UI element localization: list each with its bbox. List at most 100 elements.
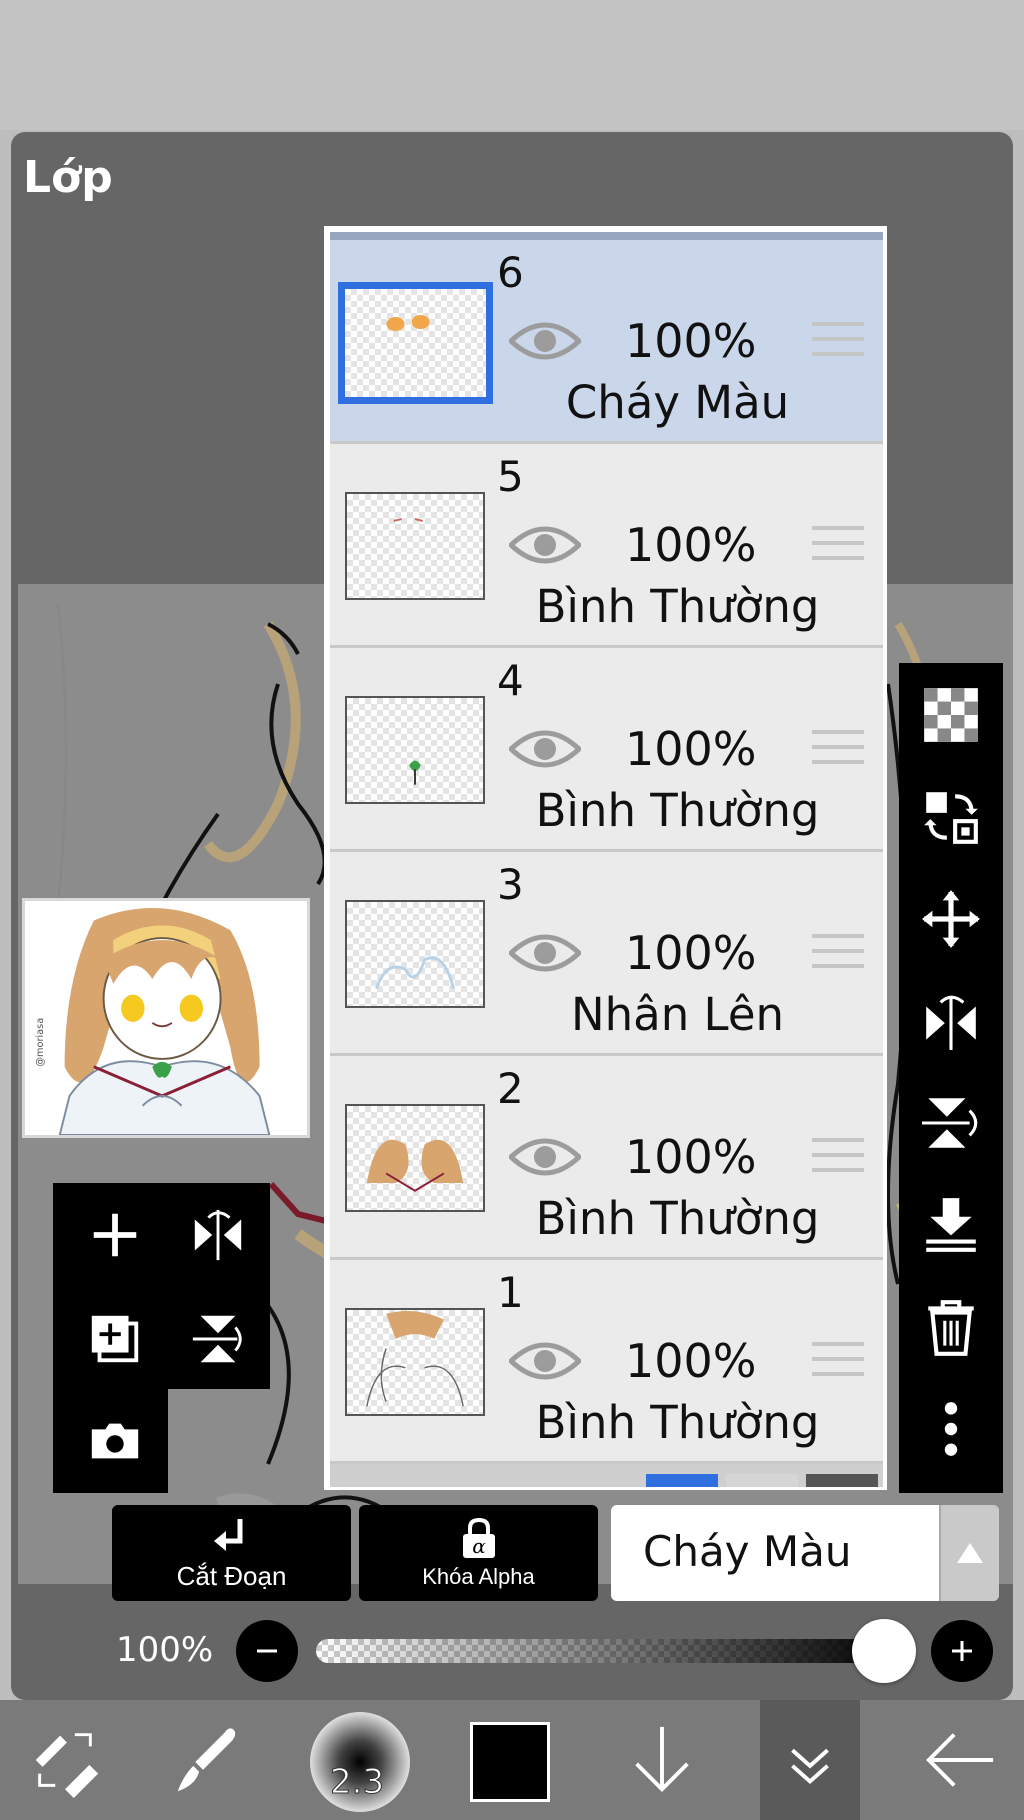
swap-button[interactable] — [899, 765, 1003, 869]
layer-down-button[interactable] — [612, 1700, 712, 1820]
opacity-control: 100% — [0, 1610, 1024, 1690]
minus-icon — [257, 1649, 277, 1653]
drag-handle-icon[interactable] — [812, 526, 864, 566]
layer-opacity: 100% — [625, 722, 757, 776]
layer-blend-mode: Nhân Lên — [570, 988, 785, 1041]
opacity-slider[interactable] — [316, 1639, 896, 1663]
duplicate-layer-button[interactable] — [63, 1287, 167, 1391]
layer-content-preview — [409, 760, 421, 785]
add-layer-button[interactable] — [63, 1183, 167, 1287]
eye-icon[interactable] — [509, 521, 581, 569]
layer-number: 1 — [497, 1268, 524, 1317]
flip-vertical-layer-button[interactable] — [899, 1071, 1003, 1175]
brush-icon — [177, 1728, 236, 1792]
layer-blend-mode: Bình Thường — [535, 784, 820, 837]
eye-icon[interactable] — [509, 1337, 581, 1385]
layer-list[interactable]: 6 100% Cháy Màu 5 100% Bình Thường 4 100… — [324, 226, 887, 1490]
trash-icon — [928, 1300, 974, 1356]
top-bar — [0, 0, 1024, 130]
layer-content-preview — [366, 1139, 464, 1192]
blend-mode-value: Cháy Màu — [643, 1527, 852, 1576]
bottom-toolbar: 2.3 — [0, 1700, 1024, 1820]
layer-blend-mode: Cháy Màu — [565, 376, 790, 429]
tool-switch-button[interactable] — [10, 1700, 120, 1820]
color-swatch-icon[interactable] — [470, 1722, 550, 1802]
layer-thumbnail[interactable] — [338, 282, 493, 404]
clipping-arrow-icon — [213, 1518, 242, 1551]
layer-row-5[interactable]: 5 100% Bình Thường — [330, 444, 883, 648]
character-illustration: @moriasa — [25, 901, 307, 1135]
brush-tool-button[interactable] — [150, 1700, 260, 1820]
layers-panel-button[interactable] — [760, 1700, 860, 1820]
flip-horizontal-layer-button[interactable] — [899, 969, 1003, 1073]
camera-button[interactable] — [63, 1389, 167, 1493]
flip-horizontal-button[interactable] — [166, 1183, 270, 1287]
layer-row-6[interactable]: 6 100% Cháy Màu — [330, 240, 883, 444]
flip-vertical-icon — [192, 1315, 242, 1363]
clipping-label: Cắt Đoạn — [176, 1560, 287, 1591]
eye-icon[interactable] — [509, 929, 581, 977]
move-button[interactable] — [899, 867, 1003, 971]
layer-number: 5 — [497, 452, 524, 501]
signature-text: @moriasa — [35, 1018, 46, 1067]
eye-icon[interactable] — [509, 317, 581, 365]
layer-row-2[interactable]: 2 100% Bình Thường — [330, 1056, 883, 1260]
alpha-lock-button[interactable]: α Khóa Alpha — [359, 1505, 598, 1601]
arrow-left-icon — [926, 1733, 994, 1787]
eye-icon[interactable] — [509, 1133, 581, 1181]
opacity-slider-thumb[interactable] — [852, 1619, 916, 1683]
right-toolbar — [899, 663, 1003, 1493]
layer-thumbnail[interactable] — [345, 900, 485, 1008]
layer-blend-mode: Bình Thường — [535, 1192, 820, 1245]
footer-swatch-blue[interactable] — [646, 1474, 718, 1487]
transparency-icon — [924, 688, 978, 742]
drag-handle-icon[interactable] — [812, 1138, 864, 1178]
layer-thumbnail[interactable] — [345, 1308, 485, 1416]
footer-swatch-light[interactable] — [726, 1474, 798, 1487]
drag-handle-icon[interactable] — [812, 1342, 864, 1382]
duplicate-layer-icon — [91, 1315, 139, 1363]
layer-row-4[interactable]: 4 100% Bình Thường — [330, 648, 883, 852]
layer-content-preview — [366, 1311, 464, 1407]
more-button[interactable] — [899, 1377, 1003, 1481]
drag-handle-icon[interactable] — [812, 934, 864, 974]
eye-icon[interactable] — [509, 725, 581, 773]
opacity-increase-button[interactable] — [931, 1620, 993, 1682]
layer-number: 4 — [497, 656, 524, 705]
swap-icon — [924, 792, 978, 844]
layer-row-3[interactable]: 3 100% Nhân Lên — [330, 852, 883, 1056]
chevron-double-down-icon — [791, 1748, 829, 1785]
layer-thumbnail[interactable] — [345, 696, 485, 804]
opacity-decrease-button[interactable] — [236, 1620, 298, 1682]
merge-down-button[interactable] — [899, 1173, 1003, 1277]
flip-vertical-button[interactable] — [166, 1287, 270, 1391]
lock-icon: α — [462, 1517, 495, 1558]
layer-opacity: 100% — [625, 1334, 757, 1388]
transparency-button[interactable] — [899, 663, 1003, 767]
arrow-down-icon — [635, 1726, 689, 1793]
layer-thumbnail[interactable] — [345, 492, 485, 600]
blend-mode-select[interactable]: Cháy Màu — [611, 1505, 999, 1601]
canvas-thumbnail[interactable]: @moriasa — [22, 898, 310, 1138]
tool-switch-icon — [35, 1733, 99, 1799]
chevron-up-icon[interactable] — [939, 1505, 999, 1601]
drag-handle-icon[interactable] — [812, 322, 864, 362]
layer-row-1[interactable]: 1 100% Bình Thường — [330, 1260, 883, 1464]
alpha-lock-label: Khóa Alpha — [422, 1564, 535, 1589]
delete-layer-button[interactable] — [899, 1275, 1003, 1379]
drag-handle-icon[interactable] — [812, 730, 864, 770]
layer-opacity: 100% — [625, 314, 757, 368]
layer-opacity: 100% — [625, 518, 757, 572]
layer-list-top-strip — [330, 232, 883, 240]
panel-title: Lớp — [23, 152, 113, 203]
layer-blend-mode: Bình Thường — [535, 1396, 820, 1449]
layer-list-footer — [330, 1464, 883, 1487]
flip-horizontal-icon — [926, 995, 976, 1050]
plus-icon — [952, 1641, 972, 1661]
back-button[interactable] — [910, 1700, 1010, 1820]
layer-content-preview — [386, 315, 430, 331]
clipping-button[interactable]: Cắt Đoạn — [112, 1505, 351, 1601]
footer-swatch-dark[interactable] — [806, 1474, 878, 1487]
opacity-value: 100% — [116, 1630, 214, 1670]
layer-thumbnail[interactable] — [345, 1104, 485, 1212]
